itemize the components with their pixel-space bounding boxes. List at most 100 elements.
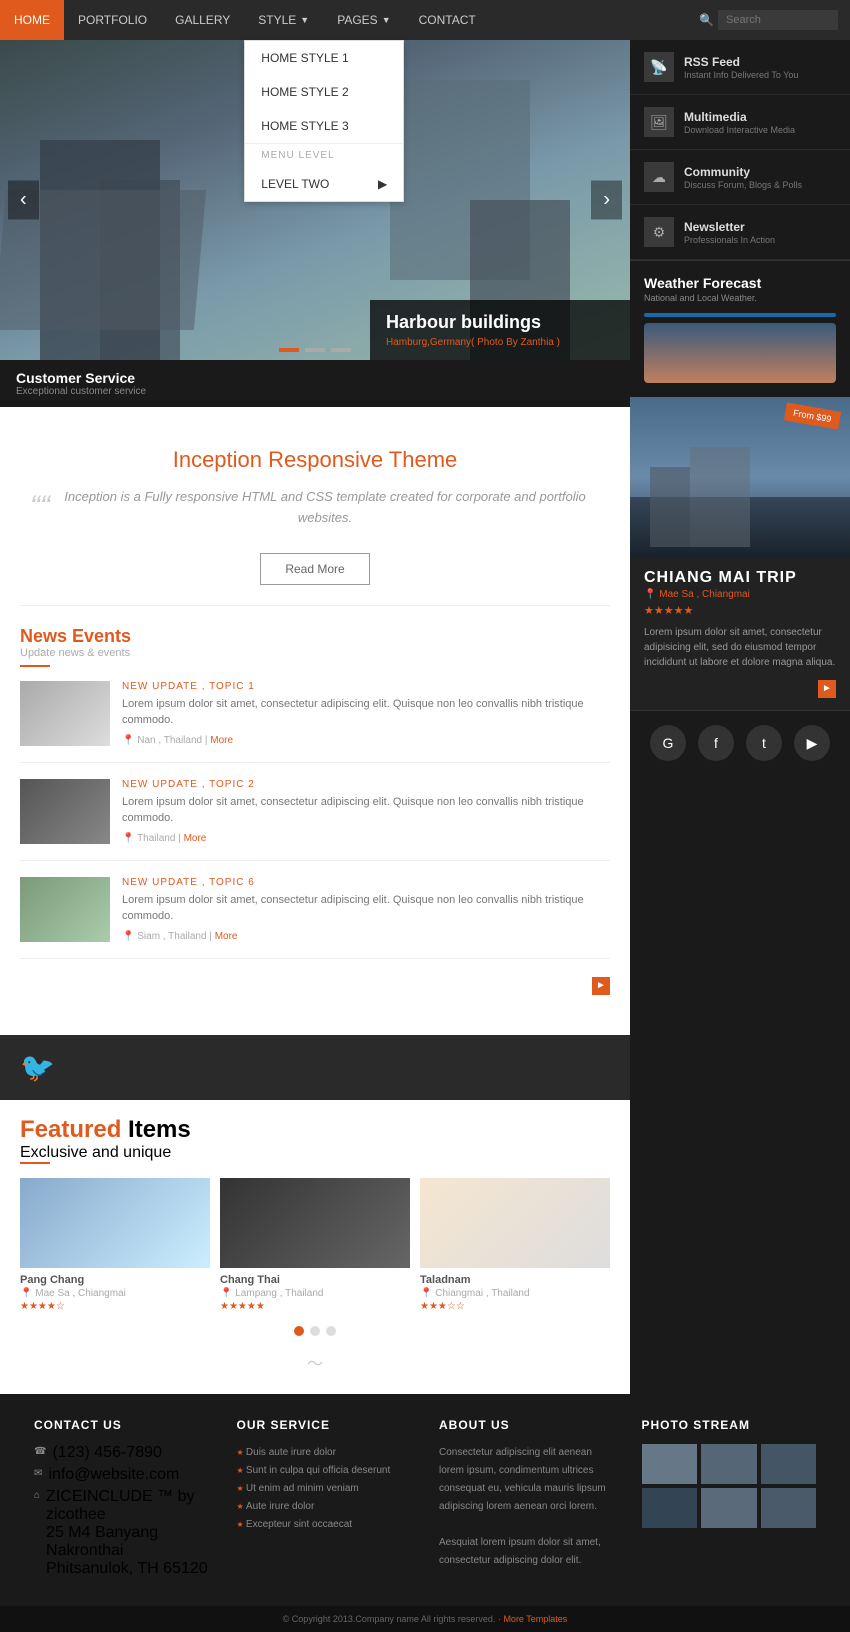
service-item: Excepteur sint occaecat — [237, 1516, 412, 1534]
nav-items: HOME PORTFOLIO GALLERY STYLE ▼ Home Styl… — [0, 0, 490, 40]
dropdown-item-leveltwo[interactable]: Level Two ▶ — [245, 167, 403, 201]
nav-item-contact[interactable]: CONTACT — [405, 0, 490, 40]
more-templates-link[interactable]: More Templates — [503, 1614, 567, 1624]
service-item: Duis aute irure dolor — [237, 1444, 412, 1462]
featured-divider — [20, 1162, 50, 1164]
trip-location: 📍 Mae Sa , Chiangmai — [644, 589, 836, 600]
trip-stars: ★★★★★ — [644, 604, 836, 617]
news-tag-1: NEW UPDATE , TOPIC 1 — [122, 681, 610, 692]
footer-about-text: Consectetur adipiscing elit aenean lorem… — [439, 1444, 614, 1570]
footer-service: OUR SERVICE Duis aute irure dolor Sunt i… — [223, 1418, 426, 1582]
footer-about-title: ABOUT US — [439, 1418, 614, 1432]
news-more-link-1[interactable]: More — [210, 735, 233, 746]
news-more-link-3[interactable]: More — [215, 931, 238, 942]
inception-quote: Inception is a Fully responsive HTML and… — [30, 487, 600, 529]
news-content-1: NEW UPDATE , TOPIC 1 Lorem ipsum dolor s… — [122, 681, 610, 746]
social-facebook-button[interactable]: f — [698, 725, 734, 761]
news-more-link-2[interactable]: More — [184, 833, 207, 844]
multimedia-subtitle: Download Interactive Media — [684, 125, 795, 135]
featured-image-3 — [420, 1178, 610, 1268]
hero-overlay: Harbour buildings Hamburg,Germany( Photo… — [370, 300, 630, 360]
hero-dot-1[interactable] — [279, 348, 299, 352]
right-sidebar: 📡 RSS Feed Instant Info Delivered To You… — [630, 40, 850, 1394]
featured-title-1: Pang Chang — [20, 1274, 210, 1286]
footer-phone: ☎ (123) 456-7890 — [34, 1444, 209, 1462]
feat-dot-1[interactable] — [294, 1326, 304, 1336]
footer-photo-5 — [701, 1488, 757, 1528]
search-input[interactable] — [718, 10, 838, 30]
nav-item-pages[interactable]: PAGES ▼ — [323, 0, 404, 40]
featured-item-3: Taladnam 📍 Chiangmai , Thailand ★★★☆☆ — [420, 1178, 610, 1312]
service-item: Aute irure dolor — [237, 1498, 412, 1516]
featured-location-3: 📍 Chiangmai , Thailand — [420, 1288, 610, 1299]
pin-icon: 📍 — [122, 931, 134, 942]
news-content-3: NEW UPDATE , TOPIC 6 Lorem ipsum dolor s… — [122, 877, 610, 942]
footer-contact-title: CONTACT US — [34, 1418, 209, 1432]
featured-stars-3: ★★★☆☆ — [420, 1301, 610, 1312]
dropdown-item-style3[interactable]: Home Style 3 — [245, 109, 403, 143]
featured-stars-2: ★★★★★ — [220, 1301, 410, 1312]
community-subtitle: Discuss Forum, Blogs & Polls — [684, 180, 802, 190]
sidebar-link-newsletter[interactable]: ⚙ Newsletter Professionals In Action — [630, 205, 850, 260]
featured-item-1: Pang Chang 📍 Mae Sa , Chiangmai ★★★★☆ — [20, 1178, 210, 1312]
chevron-right-icon: ▶ — [378, 177, 387, 191]
news-subtitle: Update news & events — [20, 647, 610, 659]
hero-next-button[interactable]: › — [591, 181, 622, 220]
feat-separator: 〜 — [20, 1350, 610, 1374]
trip-more-button[interactable]: ► — [818, 680, 836, 698]
dropdown-item-style2[interactable]: Home Style 2 — [245, 75, 403, 109]
featured-subtitle: Exclusive and unique — [20, 1144, 610, 1162]
news-next-page[interactable]: ► — [592, 977, 610, 995]
featured-pagination — [20, 1326, 610, 1336]
weather-graphic — [644, 323, 836, 383]
sidebar-link-multimedia[interactable]: 🖼 Multimedia Download Interactive Media — [630, 95, 850, 150]
news-text-3: Lorem ipsum dolor sit amet, consectetur … — [122, 892, 610, 925]
pin-icon: 📍 — [122, 833, 134, 844]
style-dropdown: Home Style 1 Home Style 2 Home Style 3 M… — [244, 40, 404, 202]
social-google-button[interactable]: G — [650, 725, 686, 761]
footer-photo-4 — [642, 1488, 698, 1528]
nav-item-portfolio[interactable]: PORTFOLIO — [64, 0, 161, 40]
newsletter-title: Newsletter — [684, 220, 775, 234]
read-more-button[interactable]: Read More — [260, 553, 369, 585]
sidebar-link-rss[interactable]: 📡 RSS Feed Instant Info Delivered To You — [630, 40, 850, 95]
featured-location-2: 📍 Lampang , Thailand — [220, 1288, 410, 1299]
inception-title: Inception Responsive Theme — [30, 447, 600, 473]
hero-prev-button[interactable]: ‹ — [8, 181, 39, 220]
phone-icon: ☎ — [34, 1446, 46, 1457]
address-icon: ⌂ — [34, 1490, 40, 1501]
email-icon: ✉ — [34, 1468, 42, 1479]
footer-service-title: OUR SERVICE — [237, 1418, 412, 1432]
hero-dot-2[interactable] — [305, 348, 325, 352]
footer-contact: CONTACT US ☎ (123) 456-7890 ✉ info@websi… — [20, 1418, 223, 1582]
sidebar-links: 📡 RSS Feed Instant Info Delivered To You… — [630, 40, 850, 261]
customer-service-bar: Customer Service Exceptional customer se… — [0, 360, 630, 407]
rss-title: RSS Feed — [684, 55, 798, 69]
hero-dot-3[interactable] — [331, 348, 351, 352]
bottom-bar: © Copyright 2013.Company name All rights… — [0, 1606, 850, 1632]
social-youtube-button[interactable]: ▶ — [794, 725, 830, 761]
nav-item-style[interactable]: STYLE ▼ Home Style 1 Home Style 2 Home S… — [244, 0, 323, 40]
trip-more: ► — [644, 678, 836, 698]
news-item: NEW UPDATE , TOPIC 6 Lorem ipsum dolor s… — [20, 877, 610, 959]
footer-photos-title: PHOTO STREAM — [642, 1418, 817, 1432]
news-pagination: ► — [20, 975, 610, 995]
news-tag-2: NEW UPDATE , TOPIC 2 — [122, 779, 610, 790]
sidebar-link-community[interactable]: ☁ Community Discuss Forum, Blogs & Polls — [630, 150, 850, 205]
feat-dot-2[interactable] — [310, 1326, 320, 1336]
featured-location-1: 📍 Mae Sa , Chiangmai — [20, 1288, 210, 1299]
social-twitter-button[interactable]: t — [746, 725, 782, 761]
nav-item-gallery[interactable]: GALLERY — [161, 0, 244, 40]
news-meta-2: 📍 Thailand | More — [122, 833, 610, 844]
featured-title-3: Taladnam — [420, 1274, 610, 1286]
dropdown-item-style1[interactable]: Home Style 1 — [245, 41, 403, 75]
news-thumbnail-2 — [20, 779, 110, 844]
weather-subtitle: National and Local Weather. — [644, 293, 836, 303]
hero-dots — [279, 348, 351, 352]
footer-photo-6 — [761, 1488, 817, 1528]
news-divider — [20, 665, 50, 667]
trip-image: From $99 — [630, 397, 850, 557]
nav-item-home[interactable]: HOME — [0, 0, 64, 40]
feat-dot-3[interactable] — [326, 1326, 336, 1336]
multimedia-title: Multimedia — [684, 110, 795, 124]
